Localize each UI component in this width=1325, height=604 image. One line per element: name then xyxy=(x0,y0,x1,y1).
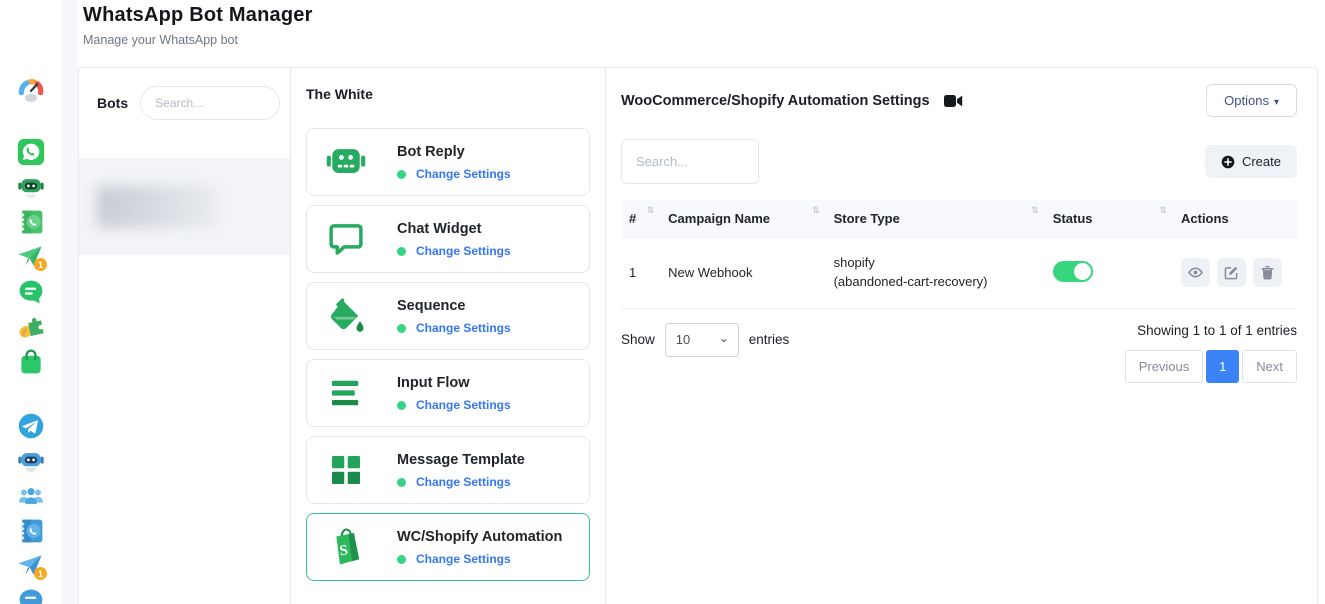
telegram-icon[interactable] xyxy=(17,412,45,440)
create-button[interactable]: Create xyxy=(1205,145,1297,178)
table-search-input[interactable] xyxy=(621,139,759,184)
contacts-blue-icon[interactable] xyxy=(17,517,45,545)
selected-bot-name: The White xyxy=(306,86,590,102)
delete-button[interactable] xyxy=(1253,258,1282,287)
col-header-actions: Actions xyxy=(1173,200,1297,238)
feature-card-message-template[interactable]: Message Template Change Settings xyxy=(306,436,590,504)
table-row: 1 New Webhook shopify (abandoned-cart-re… xyxy=(621,238,1297,309)
sort-icon[interactable]: ⇅ xyxy=(647,205,655,216)
show-label: Show xyxy=(621,332,655,347)
table-header-row: #⇅ Campaign Name⇅ Store Type⇅ Status⇅ Ac… xyxy=(621,200,1297,238)
edit-button[interactable] xyxy=(1217,258,1246,287)
change-settings-link[interactable]: Change Settings xyxy=(397,167,511,181)
entries-label: entries xyxy=(749,332,790,347)
campaign-badge-2: 1 xyxy=(34,567,47,580)
change-settings-link[interactable]: Change Settings xyxy=(397,475,525,489)
page-subtitle: Manage your WhatsApp bot xyxy=(83,33,313,47)
chat-bubble-icon xyxy=(323,216,369,262)
store-green-icon[interactable] xyxy=(17,348,45,376)
page-size-select[interactable]: 10 xyxy=(665,323,739,357)
col-header-num[interactable]: #⇅ xyxy=(621,200,660,238)
bots-search-input[interactable] xyxy=(140,86,280,120)
cell-status xyxy=(1045,238,1173,309)
feature-title: Message Template xyxy=(397,452,525,468)
showing-entries-text: Showing 1 to 1 of 1 entries xyxy=(1137,323,1297,338)
section-title: WooCommerce/Shopify Automation Settings xyxy=(621,93,930,109)
page-1-button[interactable]: 1 xyxy=(1206,350,1239,383)
chat-blue-partial-icon[interactable] xyxy=(17,587,45,604)
col-header-store[interactable]: Store Type⇅ xyxy=(826,200,1045,238)
previous-page-button[interactable]: Previous xyxy=(1125,350,1204,383)
page-title: WhatsApp Bot Manager xyxy=(83,4,313,27)
bot-list-item-selected[interactable] xyxy=(79,158,290,255)
cell-actions xyxy=(1173,238,1297,309)
feature-card-wc-shopify-automation[interactable]: S WC/Shopify Automation Change Settings xyxy=(306,513,590,581)
status-dot xyxy=(397,401,406,410)
feature-title: Sequence xyxy=(397,298,466,314)
change-settings-link[interactable]: Change Settings xyxy=(397,244,511,258)
feature-card-input-flow[interactable]: Input Flow Change Settings xyxy=(306,359,590,427)
status-dot xyxy=(397,170,406,179)
bot-manager-panel: Bots The White xyxy=(78,67,1318,604)
eye-icon xyxy=(1188,265,1203,280)
feature-card-sequence[interactable]: Sequence Change Settings xyxy=(306,282,590,350)
trash-icon xyxy=(1260,265,1275,280)
sort-icon[interactable]: ⇅ xyxy=(1031,205,1039,216)
sort-icon[interactable]: ⇅ xyxy=(812,205,820,216)
bot-green-icon[interactable] xyxy=(17,173,45,201)
bot-blue-icon[interactable] xyxy=(17,447,45,475)
chat-green-icon[interactable] xyxy=(17,278,45,306)
sidebar-gap xyxy=(62,0,78,604)
bot-name-blurred xyxy=(97,186,217,228)
edit-icon xyxy=(1224,265,1239,280)
view-button[interactable] xyxy=(1181,258,1210,287)
bots-column: Bots xyxy=(79,68,291,604)
integrations-icon[interactable] xyxy=(17,313,45,341)
next-page-button[interactable]: Next xyxy=(1242,350,1297,383)
app-sidebar: 1 xyxy=(0,0,62,604)
automation-table: #⇅ Campaign Name⇅ Store Type⇅ Status⇅ Ac… xyxy=(621,200,1297,309)
automation-settings-column: WooCommerce/Shopify Automation Settings … xyxy=(606,68,1317,604)
dashboard-icon[interactable] xyxy=(17,76,45,104)
campaign-badge: 1 xyxy=(34,258,47,271)
plus-circle-icon xyxy=(1221,155,1235,169)
cell-store-type: shopify (abandoned-cart-recovery) xyxy=(826,238,1045,309)
status-dot xyxy=(397,478,406,487)
status-dot xyxy=(397,247,406,256)
paint-bucket-icon xyxy=(323,293,369,339)
change-settings-link[interactable]: Change Settings xyxy=(397,321,511,335)
feature-card-bot-reply[interactable]: Bot Reply Change Settings xyxy=(306,128,590,196)
whatsapp-icon[interactable] xyxy=(17,138,45,166)
cell-num: 1 xyxy=(621,238,660,309)
feature-title: WC/Shopify Automation xyxy=(397,529,562,545)
chevron-down-icon: ▾ xyxy=(1274,97,1279,108)
video-camera-icon[interactable] xyxy=(944,94,963,108)
pagination: Previous 1 Next xyxy=(1122,350,1297,383)
team-blue-icon[interactable] xyxy=(17,482,45,510)
cell-campaign-name: New Webhook xyxy=(660,238,825,309)
sort-icon[interactable]: ⇅ xyxy=(1159,205,1167,216)
feature-title: Input Flow xyxy=(397,375,469,391)
change-settings-link[interactable]: Change Settings xyxy=(397,552,562,566)
robot-icon xyxy=(323,139,369,185)
col-header-status[interactable]: Status⇅ xyxy=(1045,200,1173,238)
grid-icon xyxy=(323,447,369,493)
campaigns-green-icon[interactable]: 1 xyxy=(17,243,45,271)
feature-title: Bot Reply xyxy=(397,144,465,160)
contacts-green-icon[interactable] xyxy=(17,208,45,236)
features-column: The White Bot Reply xyxy=(291,68,606,604)
status-toggle[interactable] xyxy=(1053,261,1093,282)
feature-title: Chat Widget xyxy=(397,221,481,237)
campaigns-blue-icon[interactable]: 1 xyxy=(17,552,45,580)
list-bars-icon xyxy=(323,370,369,416)
bots-label: Bots xyxy=(97,95,128,111)
status-dot xyxy=(397,324,406,333)
feature-card-chat-widget[interactable]: Chat Widget Change Settings xyxy=(306,205,590,273)
shopify-bag-icon: S xyxy=(323,524,369,570)
change-settings-link[interactable]: Change Settings xyxy=(397,398,511,412)
whatsapp-bot-manager-app: 1 xyxy=(0,0,1325,604)
col-header-campaign[interactable]: Campaign Name⇅ xyxy=(660,200,825,238)
status-dot xyxy=(397,555,406,564)
options-button[interactable]: Options▾ xyxy=(1206,84,1297,117)
